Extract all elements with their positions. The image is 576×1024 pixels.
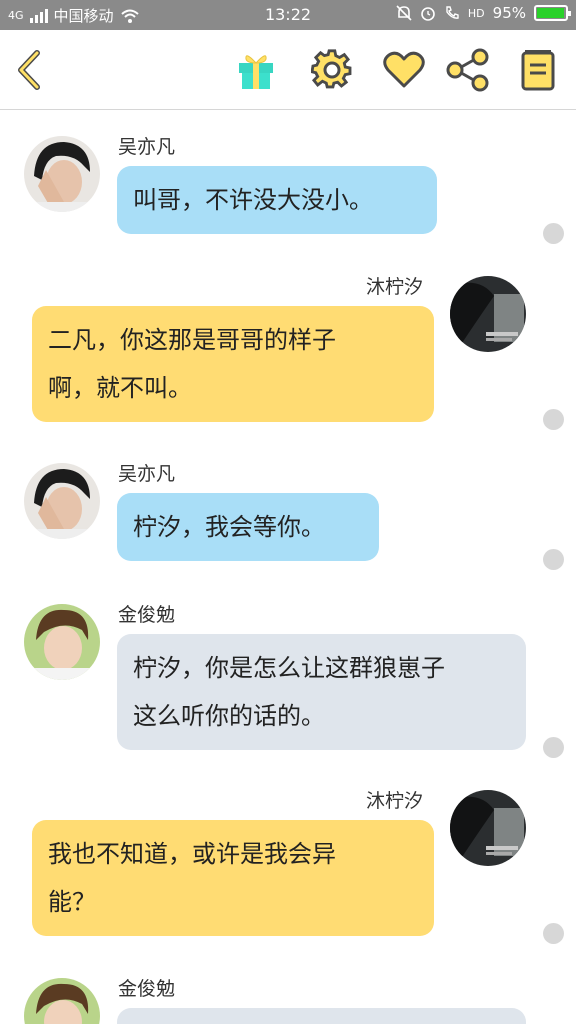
- chat-bubble[interactable]: 柠汐，我会等你。: [117, 493, 379, 561]
- sender-name: 吴亦凡: [118, 463, 176, 485]
- chat-bubble[interactable]: 柠汐，你是怎么让这群狼崽子 这么听你的话的。: [117, 634, 526, 750]
- avatar-image: [24, 136, 100, 212]
- status-bar: 4G 中国移动 13:22 HD 95%: [0, 0, 576, 30]
- sender-name: 金俊勉: [118, 978, 176, 1000]
- avatar[interactable]: [24, 136, 100, 212]
- silent-bell-icon: [396, 5, 412, 21]
- status-dot: [543, 409, 564, 430]
- chat-bubble[interactable]: 我也不知道，或许是我会异 能？: [32, 820, 434, 936]
- call-icon: [446, 6, 459, 19]
- status-dot: [543, 223, 564, 244]
- message-line: 二凡，你这那是哥哥的样子: [48, 326, 336, 354]
- sender-name: 吴亦凡: [118, 136, 176, 158]
- avatar[interactable]: [24, 604, 100, 680]
- avatar[interactable]: [450, 790, 526, 866]
- hd-tag: HD: [467, 6, 485, 20]
- message-text: 柠汐，我会等你。: [133, 513, 325, 541]
- sender-name: 沐柠汐: [366, 790, 424, 812]
- avatar-image: [450, 790, 526, 866]
- share-icon: [446, 48, 489, 92]
- battery-icon: [534, 5, 571, 21]
- avatar-image: [450, 276, 526, 352]
- sender-name: 沐柠汐: [366, 276, 424, 298]
- message-line: 这么听你的话的。: [133, 702, 325, 730]
- avatar[interactable]: [450, 276, 526, 352]
- chat-bubble[interactable]: [117, 1008, 526, 1024]
- message-line: 柠汐，你是怎么让这群狼崽子: [133, 654, 445, 682]
- status-right: HD 95%: [396, 4, 571, 22]
- status-dot: [543, 549, 564, 570]
- chat-toolbar: [0, 30, 576, 110]
- back-icon: [18, 50, 40, 90]
- share-button[interactable]: [444, 46, 492, 94]
- avatar-image: [24, 978, 100, 1024]
- alarm-icon: [421, 7, 435, 21]
- settings-icon: [311, 49, 352, 89]
- settings-button[interactable]: [308, 46, 356, 94]
- chat-bubble[interactable]: 二凡，你这那是哥哥的样子 啊，就不叫。: [32, 306, 434, 422]
- back-button[interactable]: [6, 46, 54, 94]
- battery-fill: [537, 8, 564, 18]
- avatar[interactable]: [24, 978, 100, 1024]
- sender-name: 金俊勉: [118, 604, 176, 626]
- favorite-button[interactable]: [380, 46, 428, 94]
- gift-button[interactable]: [232, 46, 280, 94]
- message-text: 叫哥，不许没大没小。: [133, 186, 373, 214]
- avatar-image: [24, 604, 100, 680]
- battery-percent: 95%: [492, 4, 526, 22]
- chat-bubble[interactable]: 叫哥，不许没大没小。: [117, 166, 437, 234]
- heart-icon: [383, 51, 425, 88]
- message-line: 能？: [48, 888, 96, 916]
- avatar[interactable]: [24, 463, 100, 539]
- avatar-image: [24, 463, 100, 539]
- status-dot: [543, 737, 564, 758]
- notebook-icon: [521, 50, 555, 91]
- status-dot: [543, 923, 564, 944]
- gift-icon: [239, 55, 273, 89]
- notebook-button[interactable]: [514, 46, 562, 94]
- message-line: 我也不知道，或许是我会异: [48, 840, 336, 868]
- message-line: 啊，就不叫。: [48, 374, 192, 402]
